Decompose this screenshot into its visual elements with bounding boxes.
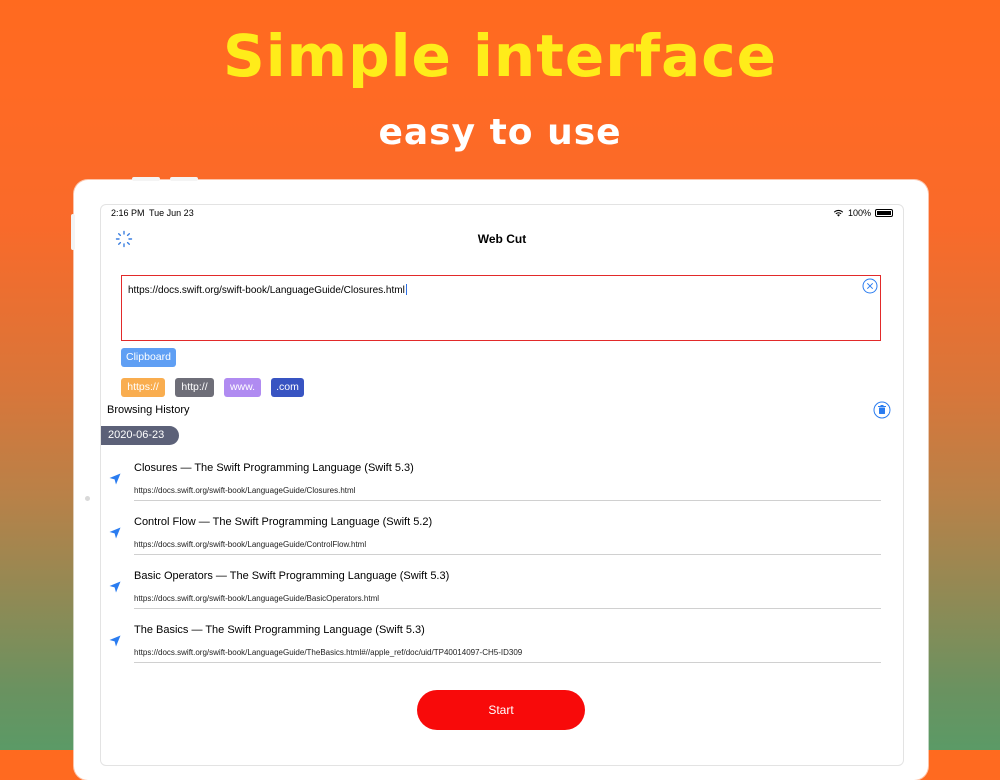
nav-title: Web Cut: [477, 232, 527, 246]
history-row[interactable]: Basic Operators — The Swift Programming …: [101, 567, 903, 619]
history-row[interactable]: Closures — The Swift Programming Languag…: [101, 459, 903, 511]
battery-icon: [875, 209, 893, 217]
clear-circle-icon[interactable]: [862, 278, 878, 294]
status-right: 100%: [833, 208, 893, 218]
promo-title: Simple interface: [223, 22, 777, 90]
history-row[interactable]: Control Flow — The Swift Programming Lan…: [101, 513, 903, 565]
status-date: Tue Jun 23: [149, 208, 194, 218]
device-button-side: [71, 214, 75, 250]
send-icon: [109, 635, 121, 647]
text-caret: [405, 284, 407, 295]
history-row-title: Control Flow — The Swift Programming Lan…: [134, 516, 433, 528]
url-input[interactable]: https://docs.swift.org/swift-book/Langua…: [121, 275, 881, 341]
row-divider: [134, 500, 881, 501]
history-date-badge: 2020-06-23: [101, 426, 179, 445]
row-divider: [134, 662, 881, 663]
suffix-com-button[interactable]: .com: [271, 378, 304, 397]
send-icon: [109, 527, 121, 539]
battery-percent: 100%: [847, 208, 871, 218]
app-screen: 2:16 PM Tue Jun 23 100% Web Cut https://…: [100, 204, 904, 766]
send-icon: [109, 581, 121, 593]
status-time: 2:16 PM: [111, 208, 145, 218]
promo-subtitle: easy to use: [378, 112, 622, 153]
history-row-url: https://docs.swift.org/swift-book/Langua…: [134, 648, 523, 657]
url-input-text[interactable]: https://docs.swift.org/swift-book/Langua…: [128, 284, 407, 296]
clipboard-button[interactable]: Clipboard: [121, 348, 176, 367]
trash-icon[interactable]: [873, 401, 891, 419]
send-icon: [109, 473, 121, 485]
row-divider: [134, 554, 881, 555]
history-row-url: https://docs.swift.org/swift-book/Langua…: [134, 540, 367, 549]
history-row-url: https://docs.swift.org/swift-book/Langua…: [134, 486, 356, 495]
history-row-title: The Basics — The Swift Programming Langu…: [134, 624, 425, 636]
history-row-title: Closures — The Swift Programming Languag…: [134, 462, 414, 474]
prefix-https-button[interactable]: https://: [121, 378, 165, 397]
device-button-top-1: [132, 177, 160, 181]
row-divider: [134, 608, 881, 609]
prefix-http-button[interactable]: http://: [175, 378, 214, 397]
wifi-icon: [833, 209, 844, 217]
device-camera: [85, 496, 90, 501]
history-row[interactable]: The Basics — The Swift Programming Langu…: [101, 621, 903, 673]
start-button[interactable]: Start: [417, 690, 585, 730]
device-button-top-2: [170, 177, 198, 181]
history-row-title: Basic Operators — The Swift Programming …: [134, 570, 450, 582]
browsing-history-label: Browsing History: [107, 404, 190, 416]
prefix-www-button[interactable]: www.: [224, 378, 261, 397]
history-row-url: https://docs.swift.org/swift-book/Langua…: [134, 594, 380, 603]
